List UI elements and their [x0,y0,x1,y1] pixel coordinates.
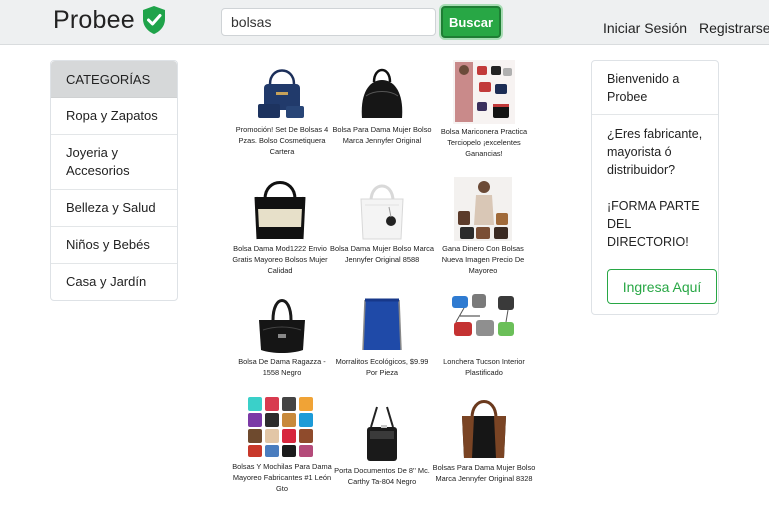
product-name[interactable]: Bolsa Dama Mujer Bolso Marca Jennyfer Or… [330,243,434,265]
categories-title: CATEGORÍAS [51,61,177,98]
top-navbar: Probee Buscar Iniciar Sesión Registrarse [0,0,769,45]
brown-black-tote-image[interactable] [454,394,514,460]
product-card[interactable]: Lonchera Tucson Interior Plastificado [432,292,536,378]
lunch-bags-image[interactable] [450,292,518,354]
product-name[interactable]: Gana Dinero Con Bolsas Nueva Imagen Prec… [431,243,535,276]
product-name[interactable]: Lonchera Tucson Interior Plastificado [432,356,536,378]
register-link[interactable]: Registrarse [699,20,769,36]
black-shoulder-bag-image[interactable] [251,292,313,354]
brand-logo[interactable]: Probee [53,5,167,35]
product-name[interactable]: Bolsa Dama Mod1222 Envio Gratis Mayoreo … [228,243,332,276]
category-label: Niños y Bebés [66,237,150,252]
bags-grid-image[interactable] [246,395,318,459]
product-card[interactable]: Bolsas Y Mochilas Para Dama Mayoreo Fabr… [230,395,334,494]
black-dome-handbag-image[interactable] [352,62,412,122]
product-card[interactable]: Bolsa Dama Mod1222 Envio Gratis Mayoreo … [228,175,332,276]
blue-drawstring-bag-image[interactable] [357,296,407,354]
categories-panel: CATEGORÍAS Ropa y Zapatos Joyeria y Acce… [50,60,178,301]
product-card[interactable]: Bolsas Para Dama Mujer Bolso Marca Jenny… [432,394,536,484]
product-name[interactable]: Bolsas Para Dama Mujer Bolso Marca Jenny… [432,462,536,484]
welcome-card-body: ¿Eres fabricante, mayorista ó distribuid… [592,115,718,251]
search-button[interactable]: Buscar [441,6,501,38]
category-item-casa[interactable]: Casa y Jardín [51,264,177,300]
product-card[interactable]: Bolsa De Dama Ragazza - 1558 Negro [230,292,334,378]
category-item-joyeria[interactable]: Joyeria y Accesorios [51,135,177,190]
product-name[interactable]: Bolsa De Dama Ragazza - 1558 Negro [230,356,334,378]
product-name[interactable]: Bolsas Y Mochilas Para Dama Mayoreo Fabr… [230,461,334,494]
handbag-collection-image[interactable] [453,60,515,124]
white-tote-image[interactable] [351,177,413,241]
product-card[interactable]: Bolsa Mariconera Practica Terciopelo ¡ex… [432,60,536,159]
document-holder-image[interactable] [357,405,407,463]
navy-handbag-set-image[interactable] [252,62,312,122]
product-card[interactable]: Bolsa Dama Mujer Bolso Marca Jennyfer Or… [330,177,434,265]
brand-name[interactable]: Probee [53,6,135,35]
search-input[interactable] [221,8,436,36]
product-card[interactable]: Bolsa Para Dama Mujer Bolso Marca Jennyf… [330,62,434,146]
shield-check-icon [142,6,165,34]
product-name[interactable]: Porta Documentos De 8'' Mc. Carthy Ta-80… [330,465,434,487]
category-item-ropa-zapatos[interactable]: Ropa y Zapatos [51,98,177,135]
login-link[interactable]: Iniciar Sesión [603,20,687,36]
category-label: Ropa y Zapatos [66,108,158,123]
category-label: Casa y Jardín [66,274,147,289]
category-item-ninos[interactable]: Niños y Bebés [51,227,177,264]
product-name[interactable]: Promoción! Set De Bolsas 4 Pzas. Bolso C… [230,124,334,157]
product-name[interactable]: Morralitos Ecológicos, $9.99 Por Pieza [330,356,434,378]
model-with-bags-image[interactable] [454,177,512,241]
welcome-question: ¿Eres fabricante, mayorista ó distribuid… [607,127,703,177]
ingresa-aqui-button[interactable]: Ingresa Aquí [607,269,717,304]
welcome-greeting: Bienvenido a Probee [592,61,718,115]
product-name[interactable]: Bolsa Mariconera Practica Terciopelo ¡ex… [432,126,536,159]
product-card[interactable]: Morralitos Ecológicos, $9.99 Por Pieza [330,296,434,378]
category-label: Belleza y Salud [66,200,156,215]
product-name[interactable]: Bolsa Para Dama Mujer Bolso Marca Jennyf… [330,124,434,146]
category-item-belleza[interactable]: Belleza y Salud [51,190,177,227]
category-label: Joyeria y Accesorios [66,145,130,178]
product-card[interactable]: Promoción! Set De Bolsas 4 Pzas. Bolso C… [230,62,334,157]
product-card[interactable]: Gana Dinero Con Bolsas Nueva Imagen Prec… [431,177,535,276]
product-card[interactable]: Porta Documentos De 8'' Mc. Carthy Ta-80… [330,405,434,487]
welcome-card: Bienvenido a Probee ¿Eres fabricante, ma… [591,60,719,315]
welcome-call-to-action: ¡FORMA PARTE DEL DIRECTORIO! [607,199,700,249]
beige-black-tote-image[interactable] [247,175,313,241]
